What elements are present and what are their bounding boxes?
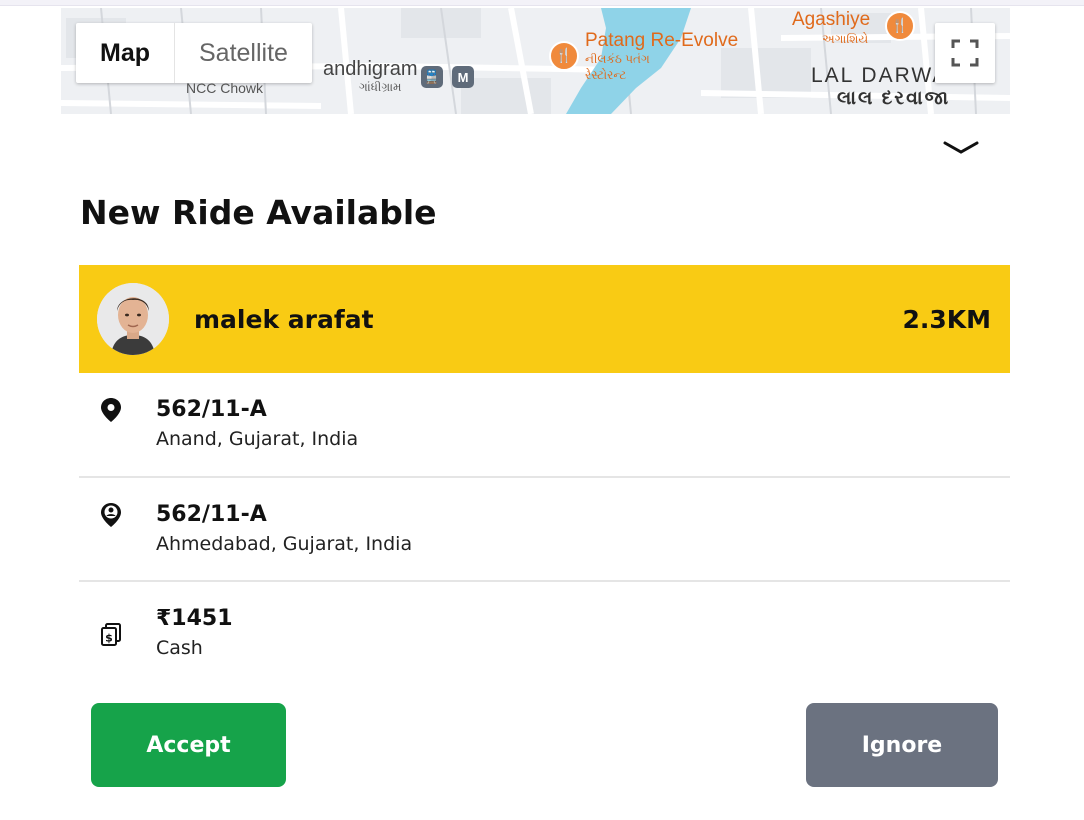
restaurant-poi-icon[interactable]: 🍴: [549, 41, 579, 71]
person-pin-icon: [101, 503, 121, 527]
restaurant-poi-icon[interactable]: 🍴: [885, 11, 915, 41]
map-view[interactable]: Map Satellite Patang Re-Evolve નીલકંઠ પત…: [61, 8, 1010, 114]
pickup-row: 562/11-A Anand, Gujarat, India: [79, 373, 1010, 476]
dropoff-title: 562/11-A: [156, 502, 267, 527]
fullscreen-button[interactable]: [935, 23, 995, 83]
pickup-title: 562/11-A: [156, 397, 267, 422]
cash-icon: $: [101, 623, 121, 646]
rider-avatar-image: [97, 283, 169, 355]
map-label-patang: Patang Re-Evolve: [585, 30, 739, 51]
browser-top-strip: [0, 0, 1084, 6]
payment-row: $ ₹1451 Cash: [79, 582, 1010, 682]
svg-text:$: $: [105, 632, 113, 645]
map-label-lal-darwaja-gu: લાલ દરવાજા: [837, 88, 951, 109]
map-label-ncc-chowk: NCC Chowk: [186, 80, 264, 96]
map-type-satellite-button[interactable]: Satellite: [174, 23, 312, 83]
accept-button[interactable]: Accept: [91, 703, 286, 787]
rider-card: malek arafat 2.3KM: [79, 265, 1010, 373]
chevron-down-icon[interactable]: [942, 138, 980, 158]
map-type-control: Map Satellite: [76, 23, 312, 83]
dropoff-row: 562/11-A Ahmedabad, Gujarat, India: [79, 478, 1010, 580]
rider-name: malek arafat: [194, 304, 374, 334]
map-type-map-button[interactable]: Map: [76, 23, 174, 83]
map-label-gandhigram-gu: ગાંધીગ્રામ: [359, 80, 402, 94]
train-station-icon[interactable]: 🚆: [421, 66, 443, 88]
map-pin-icon: [101, 398, 121, 422]
fare-amount: ₹1451: [156, 606, 233, 631]
fullscreen-icon: [951, 39, 979, 67]
map-label-agashiye-gu: અગાશિયે: [822, 32, 869, 46]
map-label-patang-gu2: રેસ્ટોરન્ટ: [585, 68, 627, 82]
dropoff-address: Ahmedabad, Gujarat, India: [156, 533, 413, 555]
metro-station-icon[interactable]: M: [452, 66, 474, 88]
rider-distance: 2.3KM: [902, 304, 991, 334]
map-label-gandhigram: andhigram: [323, 58, 418, 80]
pickup-address: Anand, Gujarat, India: [156, 428, 359, 450]
avatar: [97, 283, 169, 355]
payment-method: Cash: [156, 637, 203, 659]
map-label-agashiye: Agashiye: [792, 9, 871, 30]
map-label-patang-gu1: નીલકંઠ પતંગ: [585, 52, 650, 66]
page-title: New Ride Available: [80, 193, 437, 232]
ignore-button[interactable]: Ignore: [806, 703, 998, 787]
